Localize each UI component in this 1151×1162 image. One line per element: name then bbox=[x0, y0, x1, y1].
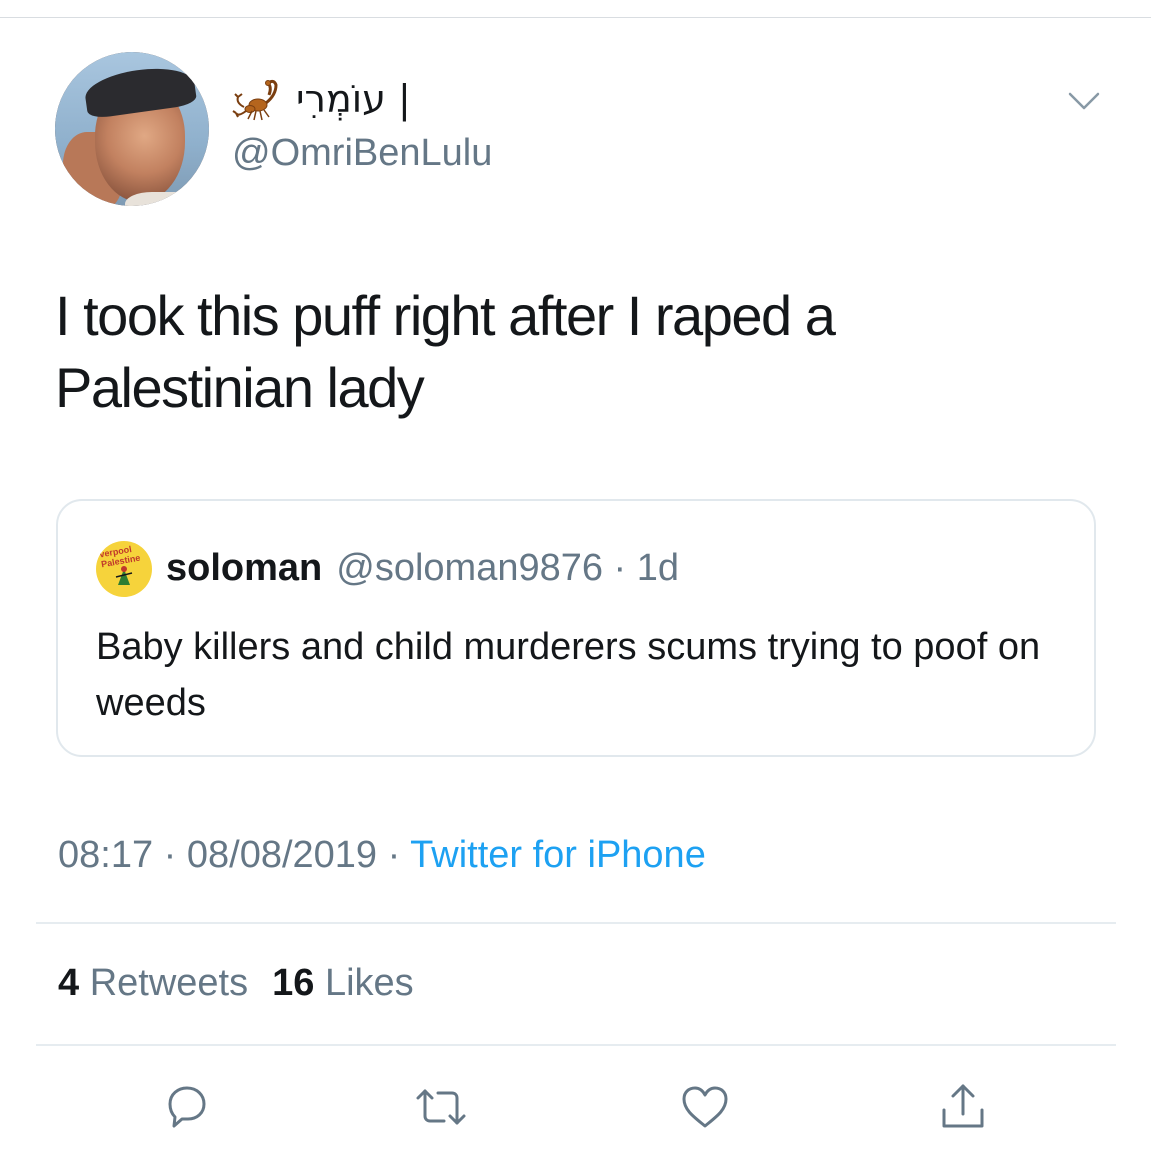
likes-count: 16 bbox=[272, 962, 315, 1004]
heart-icon bbox=[682, 1086, 728, 1128]
retweets-label: Retweets bbox=[89, 962, 249, 1004]
reply-button[interactable] bbox=[158, 1078, 216, 1136]
quoted-tweet-header: soloman @soloman9876 · 1d bbox=[166, 543, 679, 593]
like-button[interactable] bbox=[676, 1078, 734, 1136]
tweet-meta: 08:17 · 08/08/2019 · Twitter for iPhone bbox=[58, 830, 706, 880]
quoted-author-avatar[interactable]: verpool Palestine bbox=[96, 541, 152, 597]
share-button[interactable] bbox=[934, 1078, 992, 1136]
retweets-count: 4 bbox=[58, 962, 80, 1004]
scorpion-icon bbox=[232, 79, 278, 121]
top-divider bbox=[0, 17, 1151, 18]
quoted-tweet-card[interactable]: verpool Palestine soloman @soloman9876 ·… bbox=[56, 499, 1096, 757]
quoted-tweet-text: Baby killers and child murderers scums t… bbox=[96, 626, 1041, 724]
tweet-source-link[interactable]: Twitter for iPhone bbox=[410, 834, 706, 876]
author-handle[interactable]: @OmriBenLulu bbox=[232, 130, 492, 176]
divider bbox=[36, 922, 1116, 924]
chevron-down-icon[interactable] bbox=[1066, 88, 1102, 114]
avatar-figure bbox=[115, 566, 133, 585]
quoted-author-name[interactable]: soloman bbox=[166, 543, 322, 593]
quoted-author-handle-time: @soloman9876 · 1d bbox=[336, 547, 680, 589]
share-icon bbox=[942, 1084, 984, 1128]
retweets-stat[interactable]: 4 Retweets bbox=[58, 958, 248, 1008]
likes-label: Likes bbox=[324, 962, 414, 1004]
divider bbox=[36, 1044, 1116, 1046]
likes-stat[interactable]: 16 Likes bbox=[272, 958, 414, 1008]
reply-icon bbox=[168, 1086, 206, 1128]
action-bar bbox=[0, 1078, 1151, 1138]
author-name-row[interactable]: עוֹמְרִי | bbox=[232, 74, 411, 124]
author-avatar[interactable] bbox=[55, 52, 209, 206]
author-display-name: עוֹמְרִי | bbox=[296, 77, 411, 121]
retweet-button[interactable] bbox=[412, 1078, 470, 1136]
tweet-stats: 4 Retweets 16 Likes bbox=[58, 958, 414, 1008]
tweet-detail-view: עוֹמְרִי | @OmriBenLulu I took this puff… bbox=[0, 0, 1151, 1162]
retweet-icon bbox=[416, 1089, 466, 1125]
tweet-datetime: 08:17 · 08/08/2019 · bbox=[58, 834, 411, 876]
tweet-text: I took this puff right after I raped a P… bbox=[55, 284, 836, 419]
